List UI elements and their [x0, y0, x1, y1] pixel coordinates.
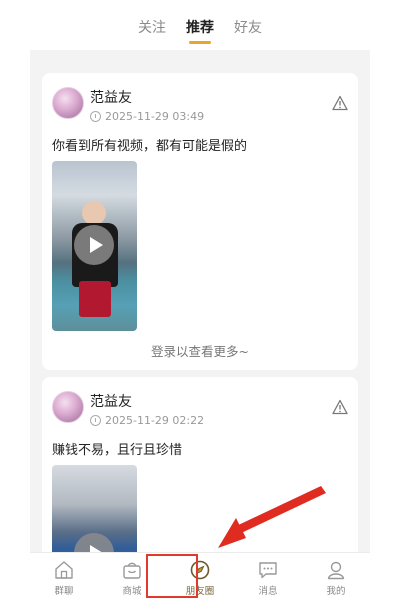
nav-label: 朋友圈 — [185, 586, 215, 597]
bottom-nav: 群聊 商城 朋友圈 消息 我的 — [30, 552, 370, 600]
profile-icon — [327, 561, 345, 580]
compass-icon — [190, 560, 210, 580]
report-warning-icon[interactable] — [332, 399, 348, 415]
video-thumbnail[interactable] — [52, 161, 137, 331]
post-text: 你看到所有视频，都有可能是假的 — [52, 139, 248, 154]
nav-item-messages[interactable]: 消息 — [234, 553, 302, 600]
nav-label: 商城 — [122, 586, 142, 597]
person-pants — [79, 281, 111, 317]
top-tabs: 关注 推荐 好友 — [30, 0, 370, 50]
post-username[interactable]: 范益友 — [90, 391, 132, 411]
tab-follow[interactable]: 关注 — [138, 17, 166, 37]
clock-icon — [90, 415, 101, 426]
person-head — [82, 201, 106, 225]
post-username[interactable]: 范益友 — [90, 87, 132, 107]
home-icon — [55, 561, 73, 579]
avatar[interactable] — [52, 391, 84, 423]
post-text: 赚钱不易，且行且珍惜 — [52, 443, 183, 458]
play-icon[interactable] — [74, 225, 114, 265]
nav-item-me[interactable]: 我的 — [302, 553, 370, 600]
chat-icon — [259, 562, 277, 579]
shop-bag-icon — [123, 562, 141, 579]
avatar[interactable] — [52, 87, 84, 119]
tab-recommend[interactable]: 推荐 — [186, 17, 214, 44]
post-timestamp: 2025-11-29 03:49 — [105, 110, 205, 123]
login-to-see-more-link[interactable]: 登录以查看更多~ — [42, 341, 358, 360]
post-time: 2025-11-29 02:22 — [90, 414, 204, 427]
post-time: 2025-11-29 03:49 — [90, 110, 204, 123]
nav-label: 我的 — [326, 586, 346, 597]
report-warning-icon[interactable] — [332, 95, 348, 111]
post-card: 范益友 2025-11-29 03:49 你看到所有视频，都有可能是假的 登录以… — [42, 73, 358, 370]
clock-icon — [90, 111, 101, 122]
nav-item-group-chat[interactable]: 群聊 — [30, 553, 98, 600]
app-screen: 关注 推荐 好友 范益友 2025-11-29 03:49 你看到所有视频，都有… — [30, 0, 370, 600]
post-card: 范益友 2025-11-29 02:22 赚钱不易，且行且珍惜 — [42, 377, 358, 577]
nav-item-moments[interactable]: 朋友圈 — [166, 553, 234, 600]
tab-friends[interactable]: 好友 — [234, 17, 262, 37]
nav-label: 群聊 — [54, 586, 74, 597]
nav-item-shop[interactable]: 商城 — [98, 553, 166, 600]
nav-label: 消息 — [258, 586, 278, 597]
post-timestamp: 2025-11-29 02:22 — [105, 414, 205, 427]
